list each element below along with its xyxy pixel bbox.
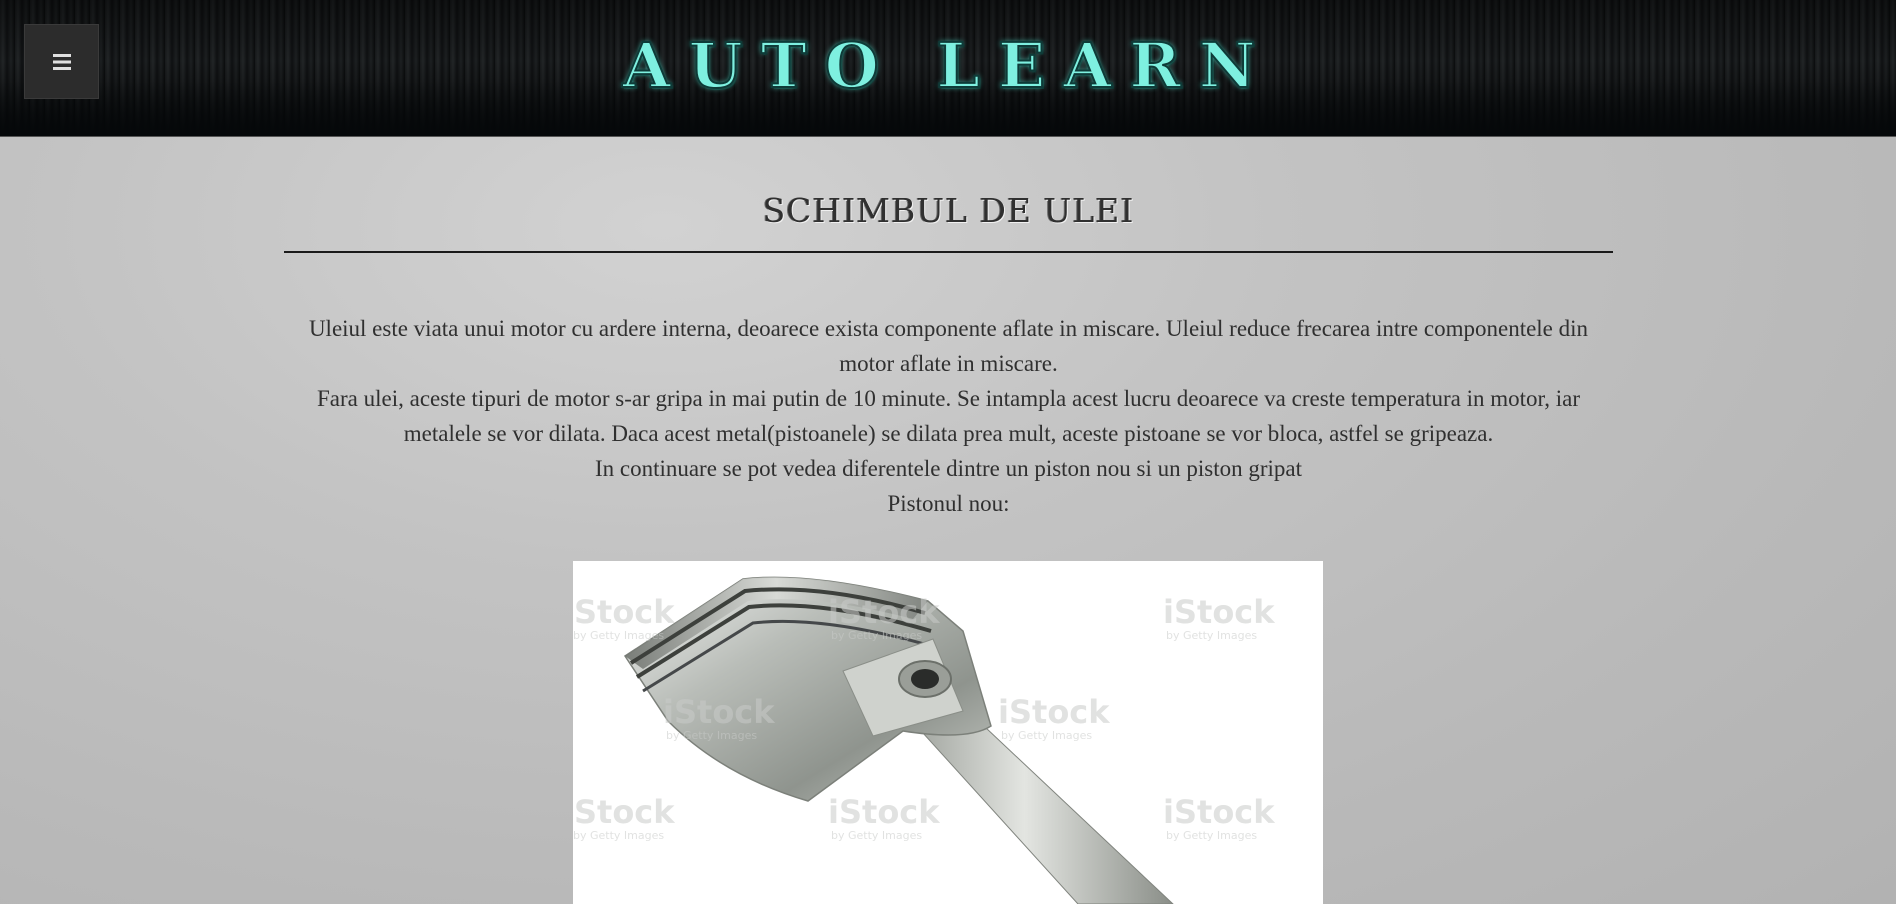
watermark-text: iStock <box>1163 593 1275 631</box>
watermark-subtext: by Getty Images <box>666 729 757 742</box>
site-logo[interactable]: AUTO LEARN <box>0 26 1896 106</box>
watermark-subtext: by Getty Images <box>573 829 664 842</box>
watermark-text: iStock <box>998 693 1110 731</box>
watermark-text: iStock <box>663 693 775 731</box>
article-body: Uleiul este viata unui motor cu ardere i… <box>284 311 1613 521</box>
paragraph-no-oil: Fara ulei, aceste tipuri de motor s-ar g… <box>317 386 1580 446</box>
watermark-subtext: by Getty Images <box>831 629 922 642</box>
watermark-subtext: by Getty Images <box>1166 629 1257 642</box>
watermark-subtext: by Getty Images <box>1166 829 1257 842</box>
watermark-subtext: by Getty Images <box>573 629 664 642</box>
new-piston-image: iStock iStock iStock iStock iStock iStoc… <box>573 561 1323 904</box>
watermark-subtext: by Getty Images <box>831 829 922 842</box>
site-header: AUTO LEARN <box>0 0 1896 137</box>
paragraph-comparison: In continuare se pot vedea diferentele d… <box>594 456 1303 481</box>
watermark-subtext: by Getty Images <box>1001 729 1092 742</box>
label-new-piston: Pistonul nou: <box>887 491 1010 516</box>
paragraph-oil-intro: Uleiul este viata unui motor cu ardere i… <box>308 316 1589 376</box>
watermark-text: iStock <box>1163 793 1275 831</box>
title-divider <box>284 251 1613 253</box>
watermark-text: iStock <box>573 793 675 831</box>
watermark-text: iStock <box>828 793 940 831</box>
page-title: SCHIMBUL DE ULEI <box>762 191 1135 230</box>
watermark-text: iStock <box>828 593 940 631</box>
main-content: SCHIMBUL DE ULEI Uleiul este viata unui … <box>284 137 1613 521</box>
watermark-text: iStock <box>573 593 675 631</box>
